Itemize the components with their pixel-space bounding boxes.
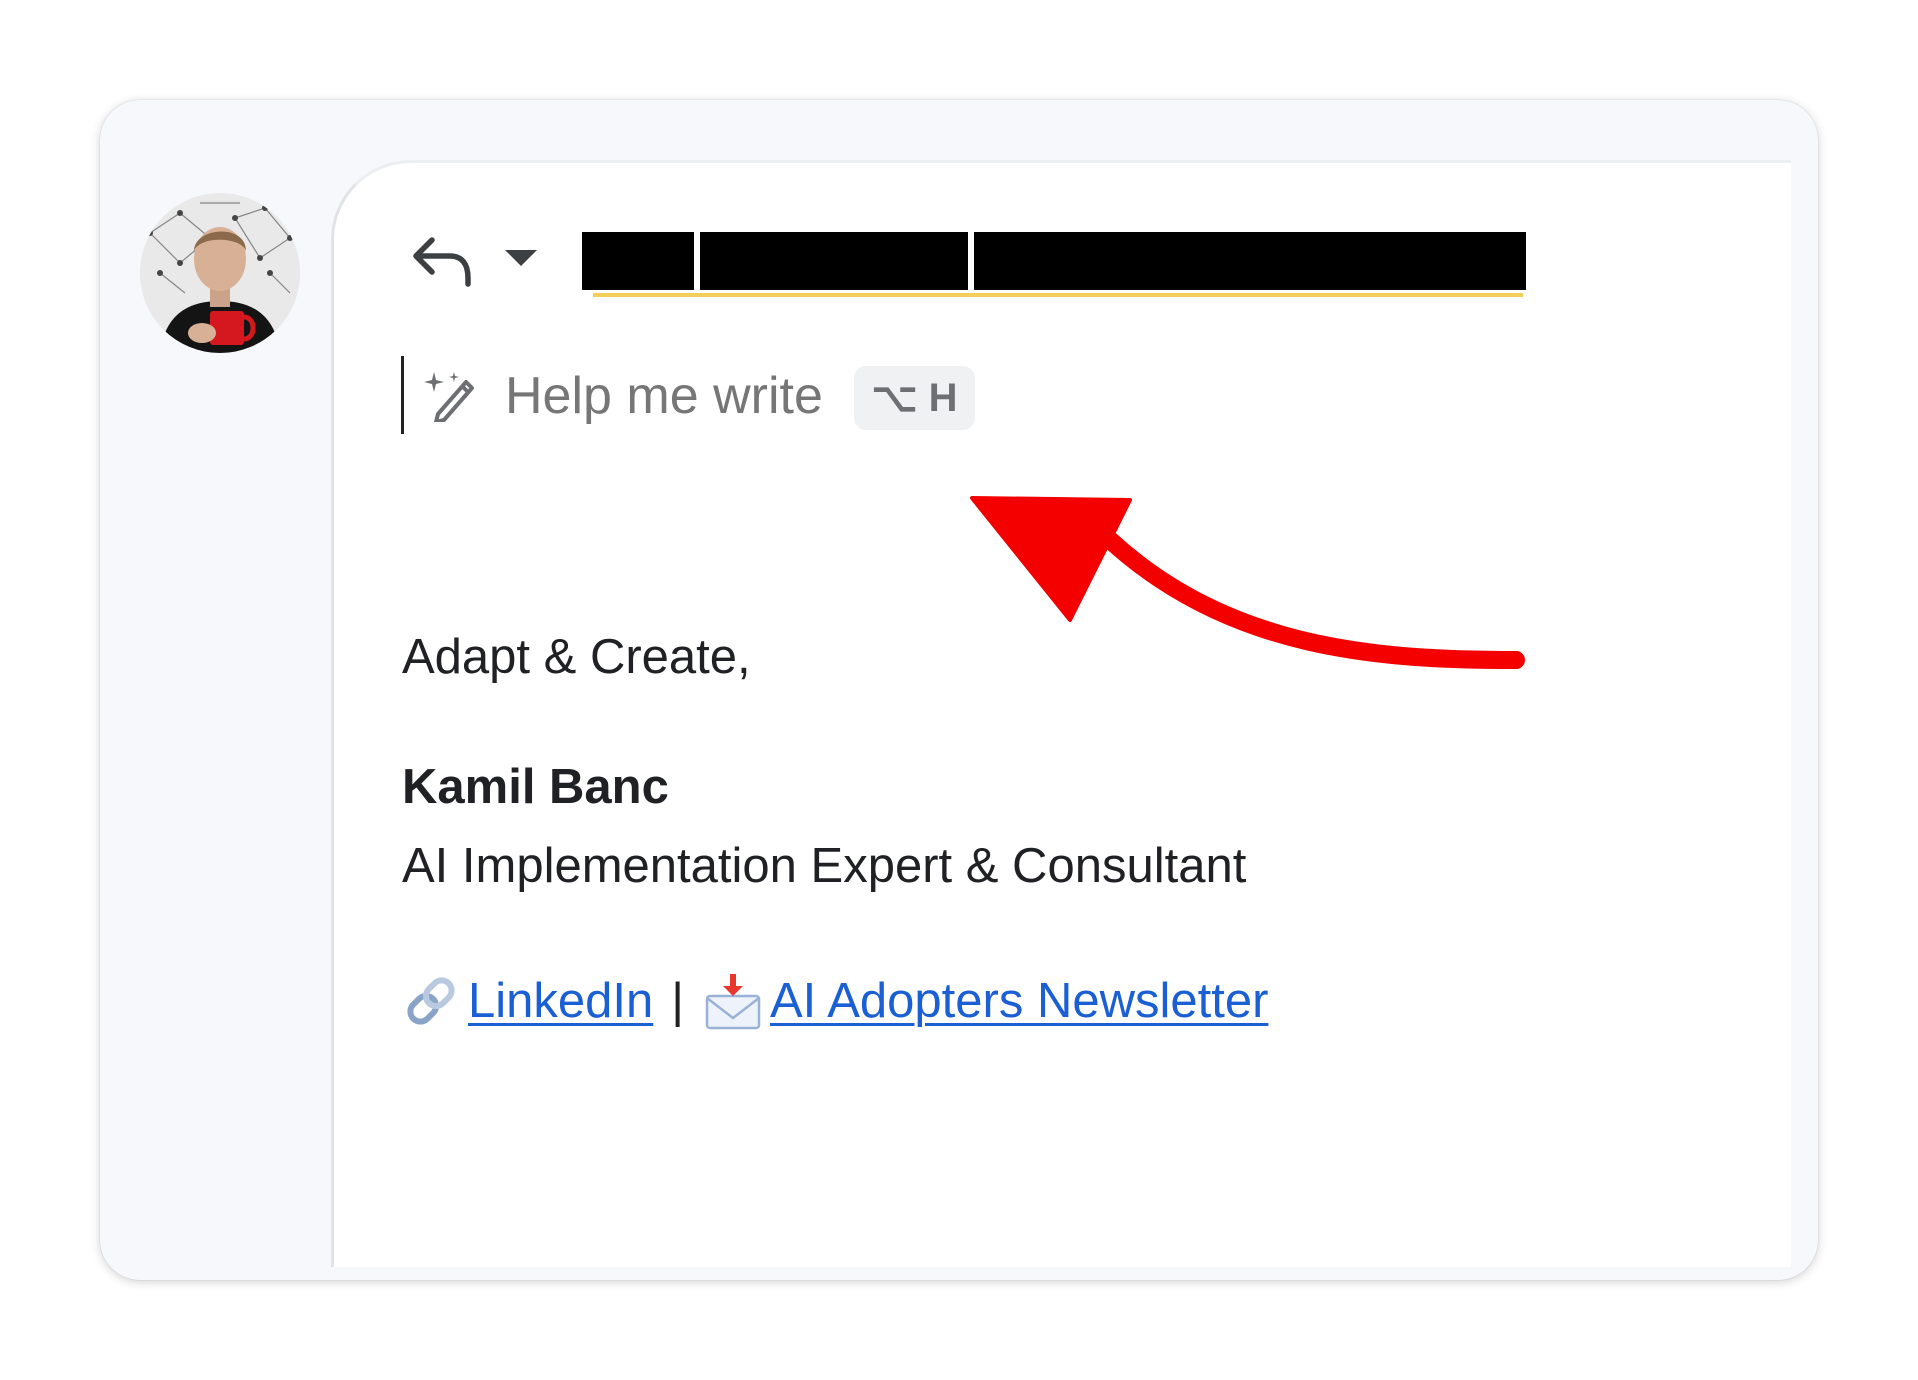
- text-cursor: [401, 356, 404, 434]
- recipients-field[interactable]: [582, 232, 1526, 290]
- help-me-write-shortcut-badge: ⌥ H: [854, 366, 975, 430]
- links-separator: |: [671, 974, 684, 1028]
- signature-name: Kamil Banc: [402, 760, 669, 814]
- linkedin-link[interactable]: LinkedIn: [468, 973, 653, 1029]
- avatar-photo: [140, 193, 300, 353]
- link-icon: [407, 977, 455, 1025]
- chevron-down-icon[interactable]: [502, 244, 540, 272]
- signoff-text: Adapt & Create,: [402, 630, 751, 684]
- envelope-download-icon: [705, 974, 761, 1030]
- reply-icon[interactable]: [410, 232, 474, 288]
- recipient-field-underline: [593, 293, 1523, 297]
- newsletter-link[interactable]: AI Adopters Newsletter: [770, 973, 1268, 1029]
- redacted-recipient: [582, 232, 694, 290]
- redacted-recipient: [700, 232, 968, 290]
- redacted-recipient: [974, 232, 1526, 290]
- signature-links: LinkedIn | AI Adopters Newsletter: [402, 968, 1268, 1034]
- signature-title: AI Implementation Expert & Consultant: [402, 839, 1247, 893]
- red-arrow-annotation: [959, 485, 1529, 673]
- sender-avatar: [140, 193, 300, 353]
- reply-compose-box[interactable]: [331, 160, 1791, 1267]
- help-me-write-label[interactable]: Help me write: [505, 364, 823, 428]
- magic-pencil-icon[interactable]: [424, 368, 482, 422]
